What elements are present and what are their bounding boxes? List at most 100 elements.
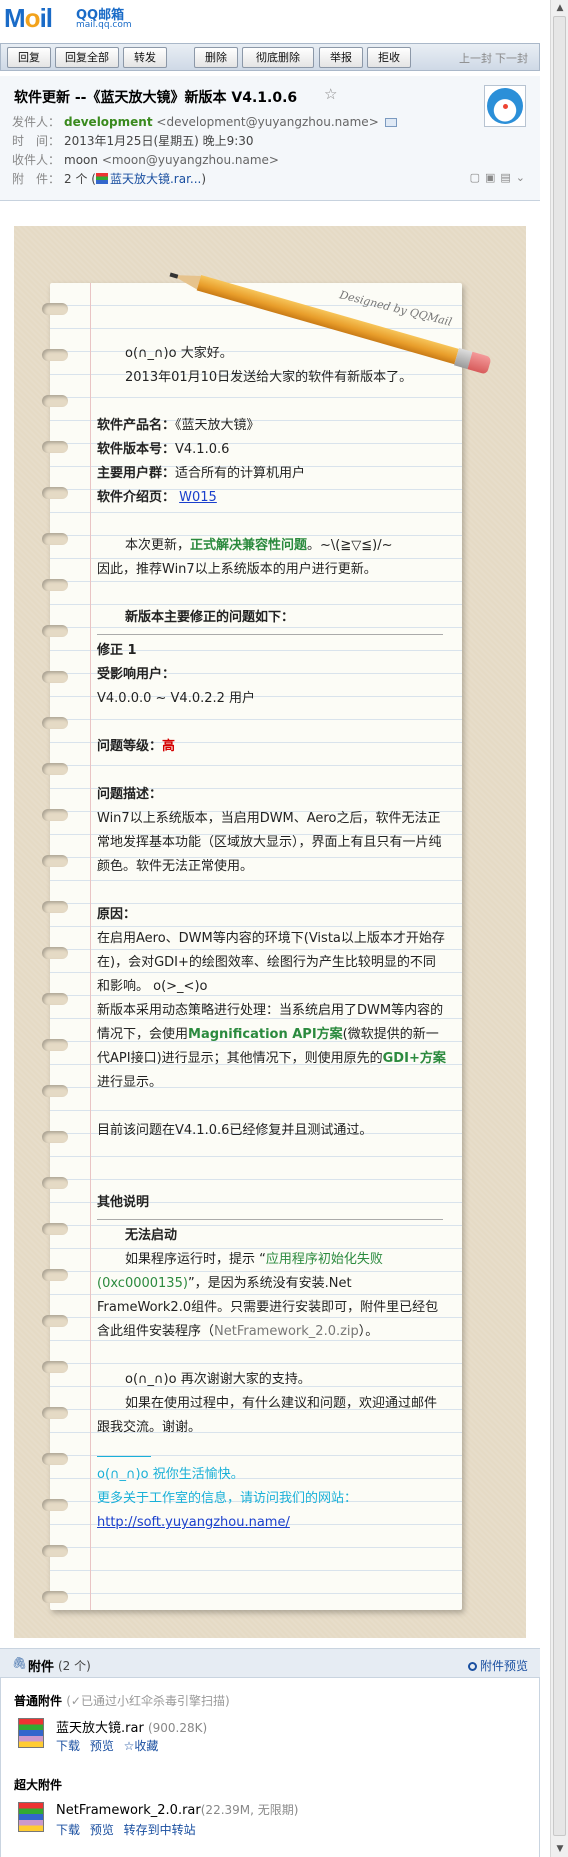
- level-label: 问题等级：: [97, 739, 163, 754]
- cannot-start-text: 如果程序运行时，提示 “应用程序初始化失败(0xc0000135)”，是因为系统…: [97, 1252, 439, 1339]
- attachment-2-actions[interactable]: 下载 预览 转存到中转站: [56, 1821, 196, 1838]
- att-paren-close: ): [201, 172, 207, 186]
- sender-avatar[interactable]: [484, 85, 526, 127]
- intro-page-label: 软件介绍页：: [97, 490, 176, 505]
- website-link[interactable]: http://soft.yuyangzhou.name/: [97, 1515, 290, 1530]
- magnification-api-highlight: Magnification API方案: [188, 1027, 343, 1042]
- vertical-scrollbar[interactable]: ▲ ▼: [550, 0, 568, 1857]
- to-name[interactable]: moon: [64, 153, 98, 167]
- intro-line: 2013年01月10日发送给大家的软件有新版本了。: [125, 370, 413, 385]
- signature-more: 更多关于工作室的信息，请访问我们的网站：: [97, 1491, 358, 1506]
- paper-holes: [42, 303, 72, 1603]
- rar-file-icon: [18, 1718, 44, 1748]
- mail-window: Moil QQ邮箱 mail.qq.com 回复 回复全部 转发 删除 彻底删除…: [0, 0, 550, 1857]
- cannot-start-title: 无法启动: [125, 1228, 178, 1243]
- users-row: 主要用户群：适合所有的计算机用户: [97, 462, 447, 486]
- report-button[interactable]: 举报: [319, 47, 363, 68]
- reason-text-2: 新版本采用动态策略进行处理：当系统启用了DWM等内容的情况下，会使用Magnif…: [97, 1003, 446, 1090]
- rar-file-icon: [18, 1802, 44, 1832]
- next-mail-link[interactable]: 下一封: [495, 50, 528, 66]
- greeting: o(∩_∩)o 大家好。: [125, 346, 233, 361]
- reply-button[interactable]: 回复: [7, 47, 51, 68]
- attachment-label: 附 件：: [12, 172, 61, 186]
- to-label: 收件人：: [12, 153, 61, 167]
- reply-all-button[interactable]: 回复全部: [55, 47, 119, 68]
- netframework-filename: NetFramework_2.0.zip: [214, 1324, 359, 1339]
- attachment-1-name[interactable]: 蓝天放大镜.rar (900.28K): [56, 1717, 207, 1736]
- from-address: <development@yuyangzhou.name>: [156, 115, 379, 129]
- delete-permanently-button[interactable]: 彻底删除: [242, 47, 314, 68]
- attachment-2-size: (22.39M, 无限期): [200, 1803, 299, 1817]
- level-row: 问题等级：高: [97, 735, 447, 759]
- scrollbar-thumb[interactable]: [553, 16, 566, 1836]
- virus-scan-note: (✓已通过小红伞杀毒引擎扫描): [66, 1694, 230, 1708]
- to-row: 收件人： moon <moon@yuyangzhou.name>: [12, 151, 279, 168]
- mail-body: o(∩_∩)o 大家好。 2013年01月10日发送给大家的软件有新版本了。 软…: [97, 342, 447, 1535]
- search-icon: [467, 1662, 477, 1671]
- divider-2: [97, 1219, 443, 1220]
- from-row: 发件人： development <development@yuyangzhou.…: [12, 113, 397, 130]
- intro-page-row: 软件介绍页： W015: [97, 486, 447, 510]
- normal-attachments-title: 普通附件 (✓已通过小红伞杀毒引擎扫描): [14, 1694, 230, 1708]
- paper-margin-line: [90, 283, 91, 1610]
- star-icon[interactable]: ☆: [324, 85, 337, 103]
- update-line-2: 因此，推荐Win7以上系统版本的用户进行更新。: [97, 562, 377, 577]
- product-row: 软件产品名：《蓝天放大镜》: [97, 414, 447, 438]
- other-title: 其他说明: [97, 1195, 150, 1210]
- fix-1-title: 修正 1: [97, 643, 137, 658]
- version-label: 软件版本号：: [97, 442, 176, 457]
- product-value: 《蓝天放大镜》: [175, 418, 260, 433]
- version-value: V4.1.0.6: [175, 442, 230, 457]
- attachment-row: 附 件： 2 个 (蓝天放大镜.rar...): [12, 170, 206, 187]
- attachments-header: 🖇 附件 (2 个) 附件预览: [0, 1648, 540, 1678]
- attachment-2-name[interactable]: NetFramework_2.0.rar(22.39M, 无限期): [56, 1801, 298, 1818]
- attachments-title: 附件: [28, 1660, 55, 1675]
- description-text: Win7以上系统版本，当启用DWM、Aero之后，软件无法正常地发挥基本功能（区…: [97, 811, 442, 874]
- attachment-item-2: NetFramework_2.0.rar(22.39M, 无限期) 下载 预览 …: [18, 1800, 518, 1840]
- rar-icon: [95, 173, 108, 184]
- affected-label: 受影响用户：: [97, 667, 176, 682]
- scroll-up-icon[interactable]: ▲: [554, 2, 566, 14]
- description-label: 问题描述：: [97, 787, 163, 802]
- affected-value: V4.0.0.0 ~ V4.0.2.2 用户: [97, 691, 256, 706]
- intro-page-link[interactable]: W015: [179, 490, 217, 505]
- logo[interactable]: Moil QQ邮箱 mail.qq.com: [0, 0, 550, 36]
- signature-divider: [97, 1456, 151, 1457]
- reason-text: 在启用Aero、DWM等内容的环境下(Vista以上版本才开始存在)，会对GDI…: [97, 931, 445, 994]
- super-attachments-title: 超大附件: [14, 1778, 63, 1792]
- thanks-line: o(∩_∩)o 再次谢谢大家的支持。: [125, 1372, 311, 1387]
- mail-header: 软件更新 --《蓝天放大镜》新版本 V4.1.0.6 ☆ 发件人： develop…: [0, 76, 540, 201]
- logo-url-text: mail.qq.com: [76, 20, 132, 30]
- update-highlight: 正式解决兼容性问题: [190, 538, 308, 553]
- logo-wordmark: Moil: [4, 3, 53, 33]
- attachment-1-actions[interactable]: 下载 预览 ☆收藏: [56, 1737, 158, 1754]
- users-label: 主要用户群：: [97, 466, 176, 481]
- feedback-line: 如果在使用过程中，有什么建议和问题，欢迎通过邮件跟我交流。谢谢。: [97, 1396, 438, 1435]
- forward-button[interactable]: 转发: [123, 47, 167, 68]
- gdi-plus-highlight: GDI+方案: [382, 1051, 446, 1066]
- attachments-count: (2 个): [58, 1659, 91, 1673]
- attachment-link[interactable]: 蓝天放大镜.rar...: [110, 172, 201, 186]
- scroll-down-icon[interactable]: ▼: [554, 1843, 566, 1855]
- to-address: <moon@yuyangzhou.name>: [101, 153, 279, 167]
- attachment-item-1: 蓝天放大镜.rar (900.28K) 下载 预览 ☆收藏: [18, 1716, 518, 1756]
- mail-subject: 软件更新 --《蓝天放大镜》新版本 V4.1.0.6: [14, 90, 298, 106]
- version-row: 软件版本号：V4.1.0.6: [97, 438, 447, 462]
- signature-line: o(∩_∩)o 祝你生活愉快。: [97, 1467, 244, 1482]
- reject-button[interactable]: 拒收: [367, 47, 411, 68]
- attachment-preview-link[interactable]: 附件预览: [467, 1657, 528, 1674]
- fixed-note: 目前该问题在V4.1.0.6已经修复并且测试通过。: [97, 1123, 373, 1138]
- time-label: 时 间：: [12, 134, 61, 148]
- fixes-title: 新版本主要修正的问题如下：: [125, 610, 295, 625]
- product-label: 软件产品名：: [97, 418, 176, 433]
- update-line: 本次更新，正式解决兼容性问题。~\(≧▽≦)/~: [125, 538, 393, 553]
- prev-mail-link[interactable]: 上一封: [459, 50, 492, 66]
- users-value: 适合所有的计算机用户: [175, 466, 306, 481]
- level-value: 高: [162, 739, 176, 754]
- contact-card-icon[interactable]: [384, 118, 397, 127]
- attachment-1-size: (900.28K): [147, 1721, 208, 1735]
- from-name[interactable]: development: [64, 115, 153, 129]
- delete-button[interactable]: 删除: [194, 47, 238, 68]
- attachment-count: 2 个: [64, 172, 88, 186]
- header-tools[interactable]: ▢▣▤⌄: [470, 171, 530, 184]
